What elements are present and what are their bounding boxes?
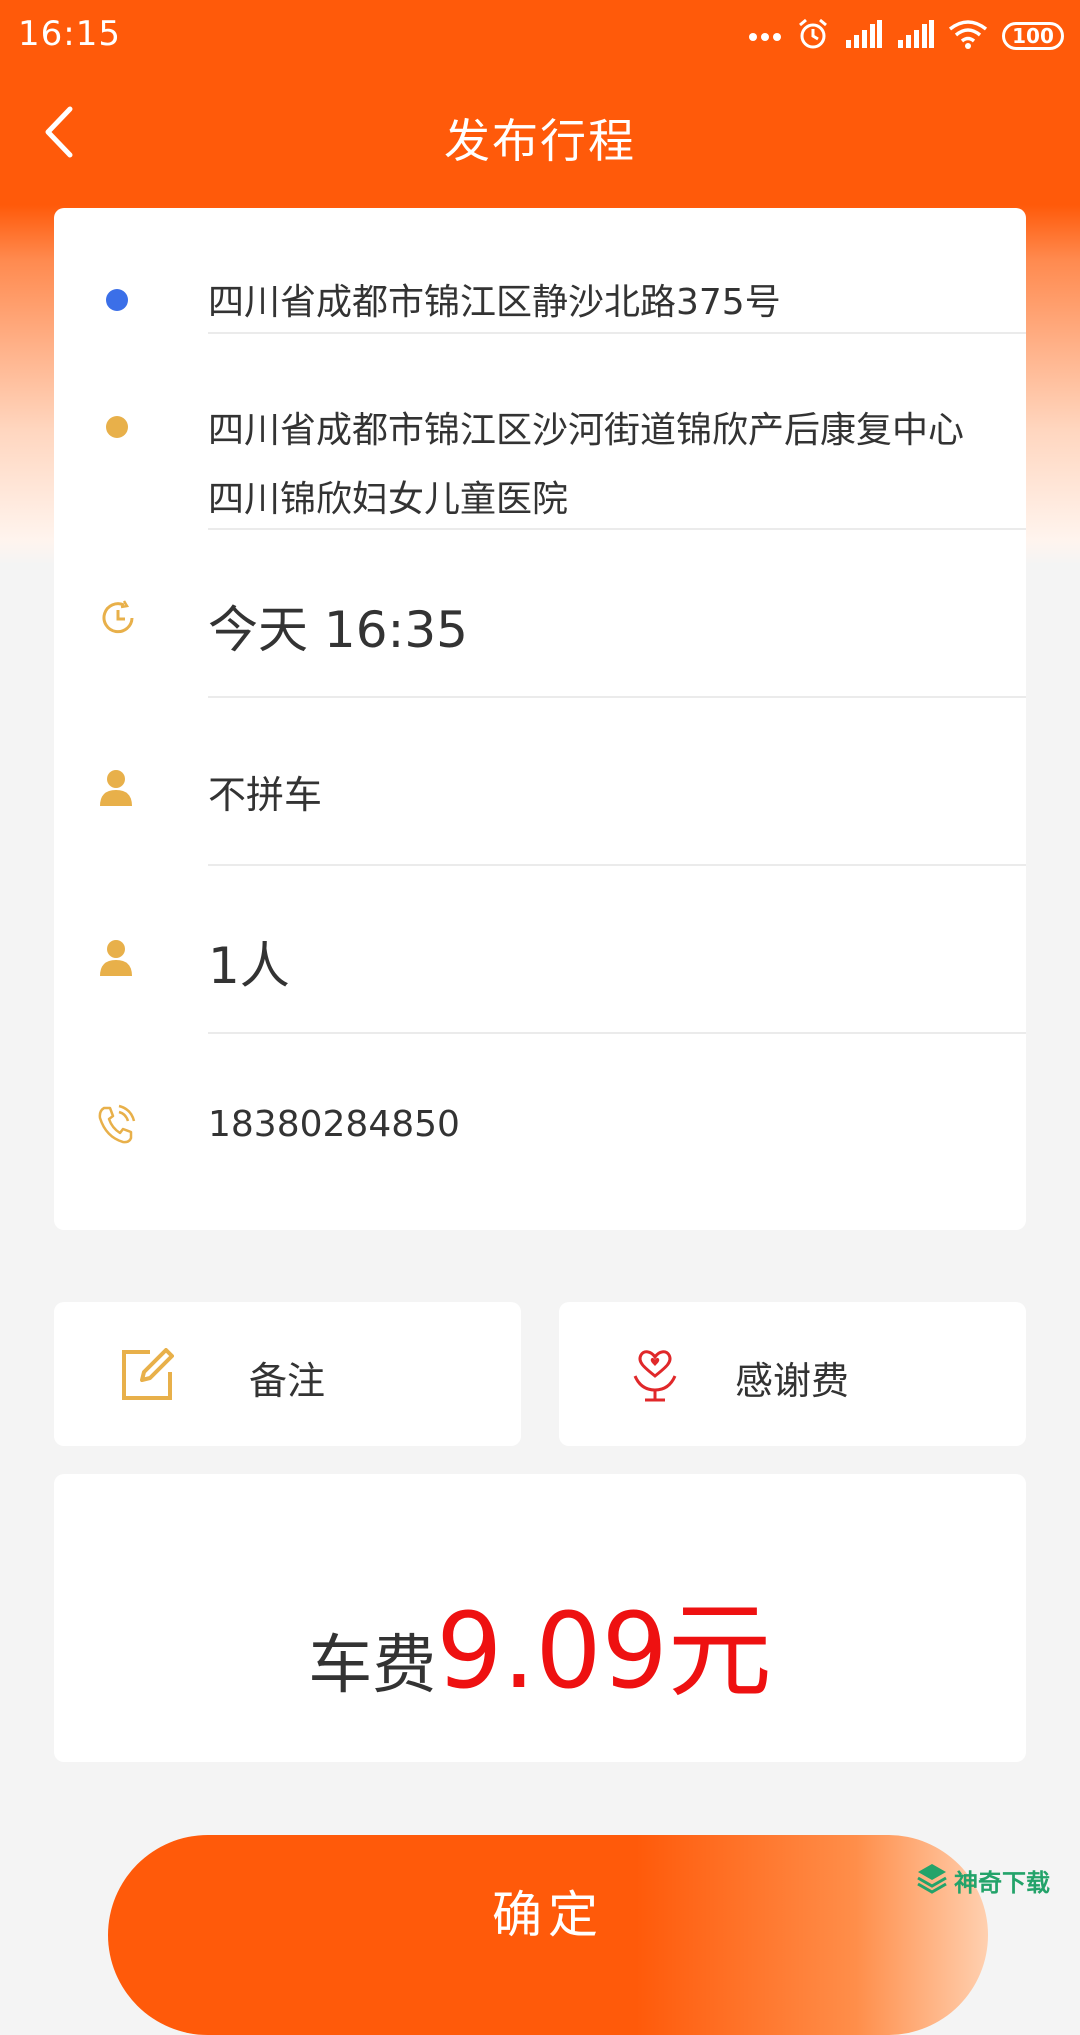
phone-number: 18380284850	[208, 1104, 460, 1145]
signal-icon	[896, 20, 934, 52]
nav-bar: 发布行程	[0, 75, 1080, 205]
fare-amount: 9.09	[436, 1590, 668, 1712]
thanks-fee-label: 感谢费	[735, 1359, 850, 1403]
fare-display: 车费9.09元	[54, 1566, 1026, 1717]
passenger-count: 1人	[208, 937, 290, 995]
fare-unit: 元	[667, 1590, 772, 1712]
person-icon	[98, 768, 134, 812]
departure-time: 今天 16:35	[208, 601, 468, 659]
battery-icon: 100	[1002, 22, 1064, 50]
divider	[208, 864, 1026, 866]
thanks-fee-button[interactable]: 感谢费	[559, 1302, 1026, 1446]
watermark-text: 神奇下载	[954, 1868, 1050, 1897]
signal-icon	[844, 20, 882, 52]
end-address-line2: 四川锦欣妇女儿童医院	[208, 479, 569, 520]
remark-button[interactable]: 备注	[54, 1302, 521, 1446]
end-address-line1: 四川省成都市锦江区沙河街道锦欣产后康复中心	[208, 410, 965, 451]
end-point-dot	[106, 416, 128, 438]
status-time: 16:15	[18, 14, 121, 54]
page-title: 发布行程	[444, 114, 636, 168]
phone-icon	[96, 1104, 136, 1150]
status-bar: 16:15 100	[0, 0, 1080, 75]
watermark: 神奇下载	[916, 1862, 1050, 1898]
edit-note-icon	[120, 1348, 174, 1406]
confirm-button[interactable]: 确定	[108, 1835, 988, 2035]
carpool-option: 不拼车	[208, 773, 323, 817]
divider	[208, 696, 1026, 698]
fare-prefix: 车费	[308, 1629, 437, 1703]
confirm-label: 确定	[492, 1886, 604, 1944]
status-icons: 100	[748, 16, 1064, 56]
start-address: 四川省成都市锦江区静沙北路375号	[208, 282, 781, 323]
wifi-icon	[948, 19, 988, 53]
divider	[208, 332, 1026, 334]
trip-card: 四川省成都市锦江区静沙北路375号 四川省成都市锦江区沙河街道锦欣产后康复中心 …	[54, 208, 1026, 1230]
start-point-dot	[106, 289, 128, 311]
divider	[208, 528, 1026, 530]
remark-label: 备注	[249, 1359, 326, 1403]
fare-card: 车费9.09元	[54, 1474, 1026, 1762]
watermark-logo-icon	[916, 1862, 948, 1898]
heart-flower-icon	[627, 1346, 683, 1406]
alarm-icon	[796, 17, 830, 55]
clock-icon	[98, 598, 138, 642]
more-dots-icon	[748, 27, 782, 46]
person-icon	[98, 938, 134, 982]
divider	[208, 1032, 1026, 1034]
